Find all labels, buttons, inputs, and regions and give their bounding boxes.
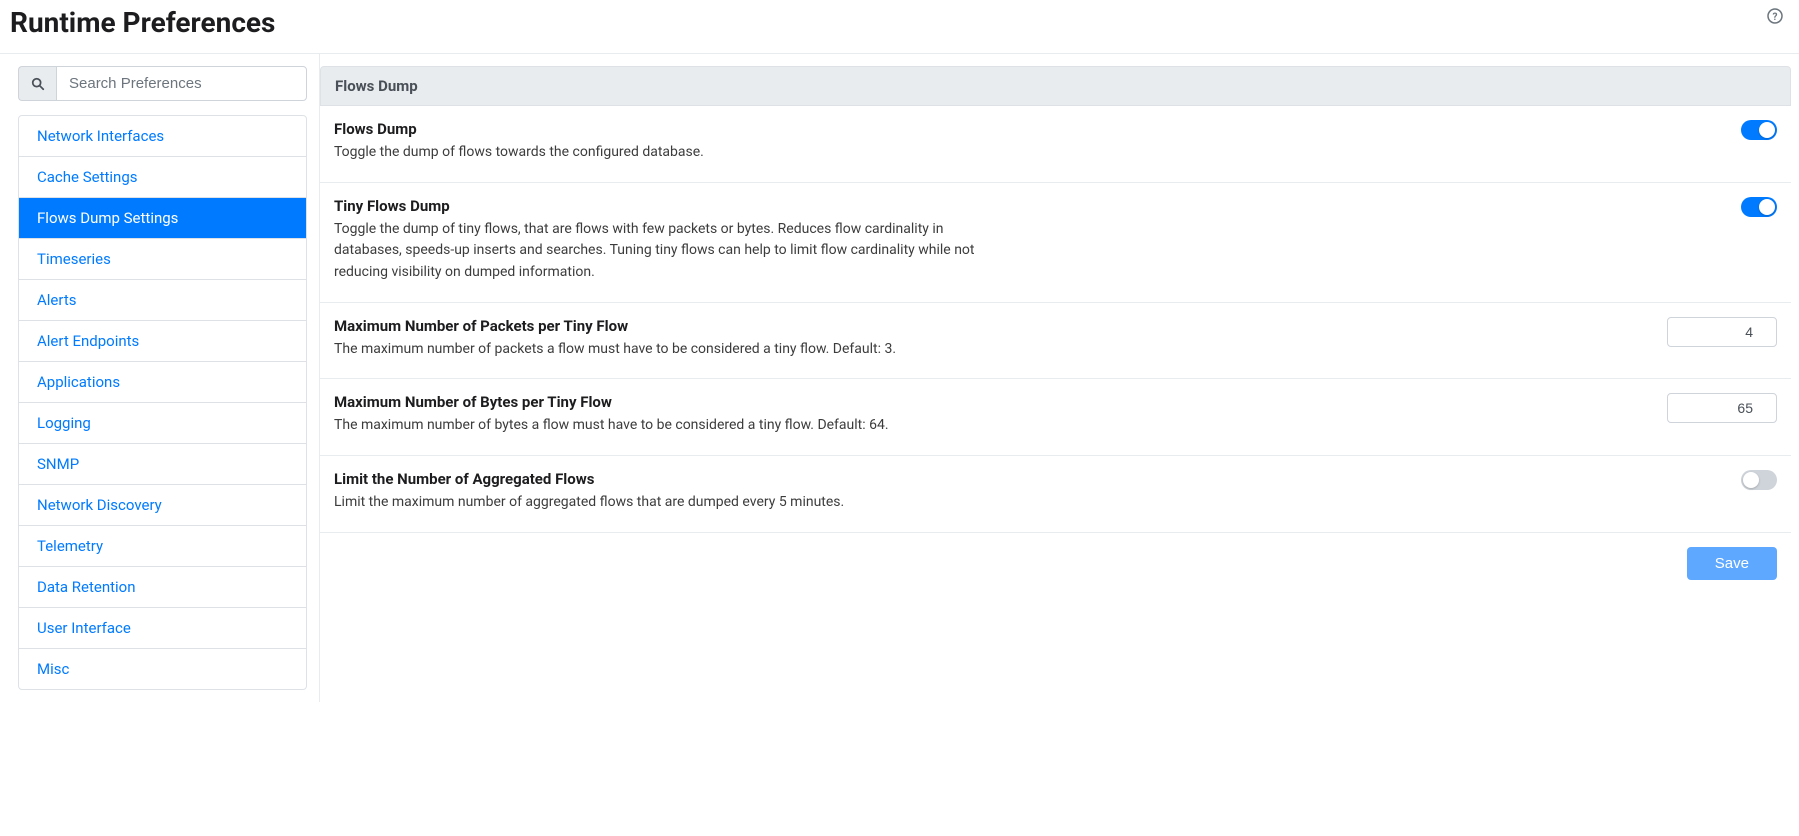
setting-description: Toggle the dump of tiny flows, that are … (334, 219, 994, 284)
sidebar-item-link[interactable]: SNMP (19, 444, 306, 484)
main-panel: Flows Dump Flows Dump Toggle the dump of … (320, 54, 1799, 702)
sidebar-item: Misc (19, 649, 306, 689)
toggle-knob (1743, 472, 1759, 488)
setting-text: Tiny Flows Dump Toggle the dump of tiny f… (334, 197, 994, 284)
search-icon[interactable] (18, 66, 56, 101)
sidebar-item: Timeseries (19, 239, 306, 280)
setting-description: The maximum number of packets a flow mus… (334, 339, 994, 361)
setting-description: Limit the maximum number of aggregated f… (334, 492, 994, 514)
setting-row-limit-aggregated: Limit the Number of Aggregated Flows Limi… (320, 456, 1791, 533)
panel-header: Flows Dump (320, 66, 1791, 106)
sidebar-item: Cache Settings (19, 157, 306, 198)
settings-container: Flows Dump Toggle the dump of flows towar… (320, 106, 1791, 533)
sidebar-item: SNMP (19, 444, 306, 485)
sidebar-item: Network Discovery (19, 485, 306, 526)
sidebar-item-link[interactable]: Telemetry (19, 526, 306, 566)
page-header: Runtime Preferences ? (0, 0, 1799, 54)
sidebar-item-link[interactable]: User Interface (19, 608, 306, 648)
svg-text:?: ? (1773, 12, 1778, 23)
sidebar-item-link[interactable]: Applications (19, 362, 306, 402)
sidebar-nav: Network InterfacesCache SettingsFlows Du… (18, 115, 307, 690)
sidebar-item-link[interactable]: Data Retention (19, 567, 306, 607)
sidebar-item: User Interface (19, 608, 306, 649)
toggle-limit-aggregated[interactable] (1741, 470, 1777, 490)
sidebar-item-link[interactable]: Flows Dump Settings (19, 198, 306, 238)
save-button[interactable]: Save (1687, 547, 1777, 580)
sidebar-item-link[interactable]: Cache Settings (19, 157, 306, 197)
setting-title: Flows Dump (334, 120, 994, 138)
toggle-tiny-flows-dump[interactable] (1741, 197, 1777, 217)
number-input-max-bytes-tiny[interactable] (1667, 393, 1777, 423)
setting-row-flows-dump: Flows Dump Toggle the dump of flows towar… (320, 106, 1791, 183)
setting-text: Maximum Number of Packets per Tiny Flow T… (334, 317, 994, 361)
sidebar-item: Telemetry (19, 526, 306, 567)
sidebar-item-link[interactable]: Alerts (19, 280, 306, 320)
search-input[interactable] (56, 66, 307, 101)
sidebar-item: Network Interfaces (19, 116, 306, 157)
page-title: Runtime Preferences (10, 6, 275, 39)
setting-control (1657, 197, 1777, 217)
toggle-knob (1759, 122, 1775, 138)
sidebar-item: Flows Dump Settings (19, 198, 306, 239)
sidebar-item: Alert Endpoints (19, 321, 306, 362)
sidebar-item-link[interactable]: Network Interfaces (19, 116, 306, 156)
setting-title: Limit the Number of Aggregated Flows (334, 470, 994, 488)
sidebar-item-link[interactable]: Misc (19, 649, 306, 689)
search-row (18, 66, 307, 101)
sidebar-item-link[interactable]: Timeseries (19, 239, 306, 279)
sidebar-item: Data Retention (19, 567, 306, 608)
setting-control (1657, 120, 1777, 140)
sidebar-item-link[interactable]: Alert Endpoints (19, 321, 306, 361)
sidebar: Network InterfacesCache SettingsFlows Du… (0, 54, 320, 702)
setting-description: The maximum number of bytes a flow must … (334, 415, 994, 437)
setting-title: Maximum Number of Packets per Tiny Flow (334, 317, 994, 335)
toggle-flows-dump[interactable] (1741, 120, 1777, 140)
setting-control (1657, 470, 1777, 490)
number-input-max-packets-tiny[interactable] (1667, 317, 1777, 347)
sidebar-item: Logging (19, 403, 306, 444)
toggle-knob (1759, 199, 1775, 215)
setting-text: Limit the Number of Aggregated Flows Limi… (334, 470, 994, 514)
sidebar-item-link[interactable]: Network Discovery (19, 485, 306, 525)
sidebar-item-link[interactable]: Logging (19, 403, 306, 443)
sidebar-item: Applications (19, 362, 306, 403)
setting-text: Maximum Number of Bytes per Tiny Flow The… (334, 393, 994, 437)
setting-text: Flows Dump Toggle the dump of flows towar… (334, 120, 994, 164)
help-icon[interactable]: ? (1767, 8, 1783, 28)
setting-control (1657, 317, 1777, 347)
sidebar-item: Alerts (19, 280, 306, 321)
setting-title: Maximum Number of Bytes per Tiny Flow (334, 393, 994, 411)
panel-footer: Save (320, 533, 1791, 594)
setting-description: Toggle the dump of flows towards the con… (334, 142, 994, 164)
layout: Network InterfacesCache SettingsFlows Du… (0, 54, 1799, 702)
setting-title: Tiny Flows Dump (334, 197, 994, 215)
setting-row-max-bytes-tiny: Maximum Number of Bytes per Tiny Flow The… (320, 379, 1791, 456)
setting-row-tiny-flows-dump: Tiny Flows Dump Toggle the dump of tiny f… (320, 183, 1791, 303)
setting-control (1657, 393, 1777, 423)
setting-row-max-packets-tiny: Maximum Number of Packets per Tiny Flow T… (320, 303, 1791, 380)
